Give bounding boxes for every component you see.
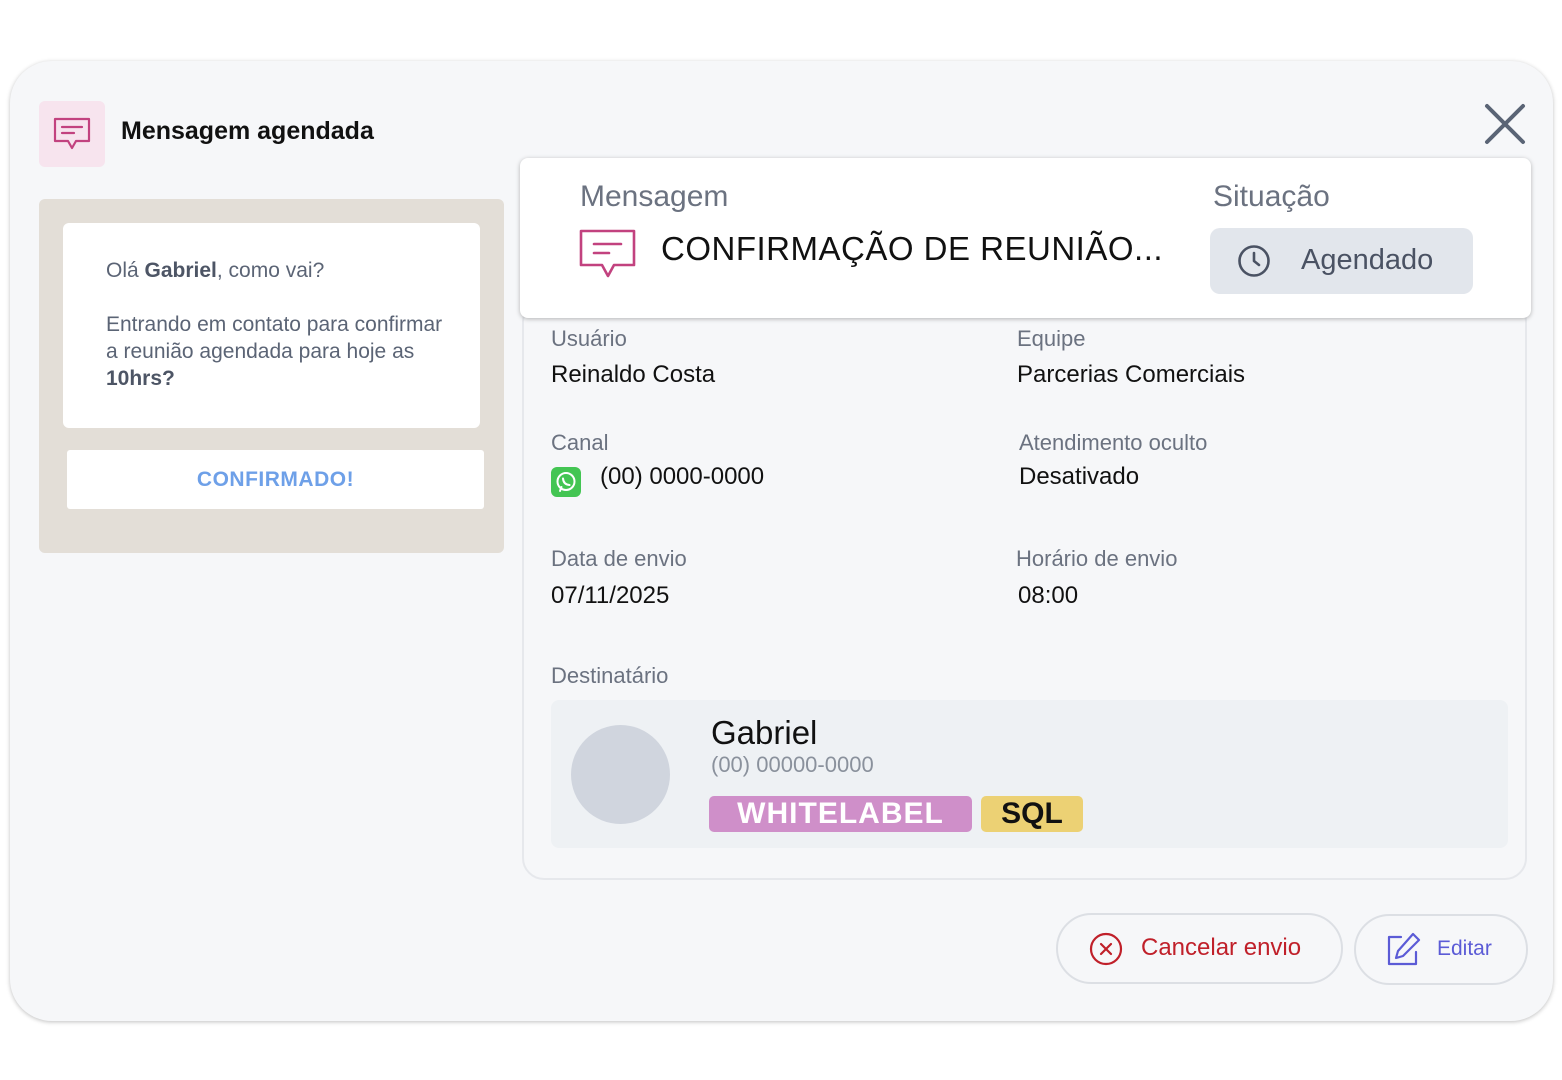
send-time-label: Horário de envio <box>1016 546 1178 571</box>
edit-label: Editar <box>1437 937 1492 960</box>
message-bubble-icon <box>39 101 105 167</box>
avatar <box>571 725 670 824</box>
user-value: Reinaldo Costa <box>551 361 716 388</box>
status-value: Agendado <box>1301 244 1434 276</box>
send-time-value: 08:00 <box>1018 582 1079 609</box>
edit-button[interactable]: Editar <box>1354 914 1528 985</box>
team-value: Parcerias Comerciais <box>1017 361 1246 388</box>
message-preview-bubble: Olá Gabriel, como vai? Entrando em conta… <box>63 223 480 428</box>
whatsapp-icon <box>551 467 581 502</box>
clock-icon <box>1237 244 1271 286</box>
recipient-phone: (00) 00000-0000 <box>711 752 874 777</box>
tag-whitelabel: WHITELABEL <box>709 796 972 832</box>
message-label: Mensagem <box>580 180 729 213</box>
send-date-value: 07/11/2025 <box>551 582 670 609</box>
send-date-label: Data de envio <box>551 546 687 571</box>
channel-label: Canal <box>551 430 609 455</box>
channel-value: (00) 0000-0000 <box>600 463 765 490</box>
team-label: Equipe <box>1017 326 1086 351</box>
preview-body: Entrando em contato para confirmar a reu… <box>106 313 443 390</box>
user-label: Usuário <box>551 326 627 351</box>
close-icon[interactable] <box>1481 100 1529 148</box>
hidden-service-value: Desativado <box>1019 463 1140 490</box>
message-icon <box>578 228 638 285</box>
recipient-label: Destinatário <box>551 663 669 688</box>
edit-icon <box>1384 931 1422 974</box>
status-badge: Agendado <box>1210 228 1473 294</box>
modal-title: Mensagem agendada <box>121 117 374 145</box>
cancel-send-label: Cancelar envio <box>1141 934 1302 961</box>
preview-greeting: Olá Gabriel, como vai? <box>106 259 325 282</box>
tag-sql: SQL <box>981 796 1083 832</box>
cancel-send-button[interactable]: Cancelar envio <box>1056 913 1343 984</box>
cancel-circle-icon <box>1089 932 1123 971</box>
recipient-name: Gabriel <box>711 714 818 751</box>
message-summary-card: Mensagem CONFIRMAÇÃO DE REUNIÃO... Situa… <box>520 158 1531 318</box>
hidden-service-label: Atendimento oculto <box>1019 430 1208 455</box>
status-label: Situação <box>1213 180 1330 213</box>
recipient-card: Gabriel (00) 00000-0000 WHITELABEL SQL <box>551 700 1508 848</box>
confirm-quick-reply-button[interactable]: CONFIRMADO! <box>67 450 484 509</box>
message-title: CONFIRMAÇÃO DE REUNIÃO... <box>661 230 1164 267</box>
